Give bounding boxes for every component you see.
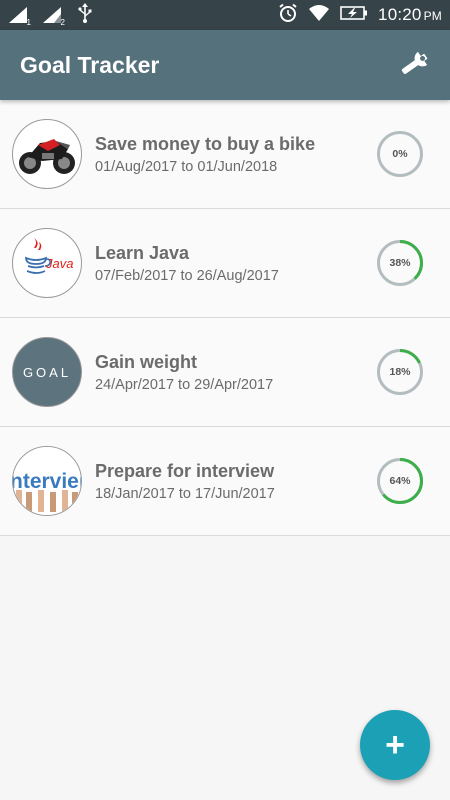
goal-item[interactable]: Save money to buy a bike 01/Aug/2017 to … (0, 100, 450, 209)
svg-text:Java: Java (45, 256, 73, 271)
goal-item[interactable]: Java Learn Java 07/Feb/2017 to 26/Aug/20… (0, 209, 450, 318)
progress-label: 38% (389, 257, 411, 269)
progress-ring: 64% (376, 457, 424, 505)
progress-label: 18% (389, 366, 411, 378)
goal-item[interactable]: GOAL Gain weight 24/Apr/2017 to 29/Apr/2… (0, 318, 450, 427)
sim1-label: 1 (26, 18, 31, 27)
clock-ampm: PM (423, 9, 442, 23)
goal-title: Save money to buy a bike (95, 133, 316, 154)
status-left: 1 2 (8, 2, 92, 28)
interview-image: nterviei (12, 447, 82, 515)
goal-item[interactable]: nterviei Prepare for interview 18/Jan/20… (0, 427, 450, 536)
goal-avatar: GOAL (12, 337, 82, 407)
progress-label: 0% (392, 148, 408, 160)
wifi-icon (308, 4, 330, 27)
goal-text: Gain weight 24/Apr/2017 to 29/Apr/2017 (95, 352, 273, 393)
goal-text: Save money to buy a bike 01/Aug/2017 to … (95, 134, 315, 175)
progress-ring: 38% (376, 239, 424, 287)
plus-icon: + (385, 725, 405, 764)
progress-ring: 18% (376, 348, 424, 396)
sim2-label: 2 (60, 18, 65, 27)
signal-icon: 2 (42, 6, 65, 27)
goal-dates: 01/Aug/2017 to 01/Jun/2018 (95, 158, 278, 175)
status-right: 10:20 PM (278, 0, 442, 30)
goal-text-image: GOAL (22, 364, 72, 380)
status-clock: 10:20 PM (378, 5, 442, 25)
goal-text: Learn Java 07/Feb/2017 to 26/Aug/2017 (95, 243, 279, 284)
goal-dates: 24/Apr/2017 to 29/Apr/2017 (95, 376, 274, 393)
goal-avatar: Java (12, 228, 82, 298)
signal-icon: 1 (8, 6, 31, 27)
app-title: Goal Tracker (20, 51, 160, 78)
alarm-icon (278, 3, 298, 28)
goal-list: Save money to buy a bike 01/Aug/2017 to … (0, 100, 450, 536)
motorcycle-icon (13, 120, 81, 188)
battery-icon (340, 5, 368, 26)
add-goal-button[interactable]: + (360, 710, 430, 780)
goal-title: Prepare for interview (95, 460, 275, 481)
goal-dates: 07/Feb/2017 to 26/Aug/2017 (95, 267, 279, 284)
interview-image-text: nterviei (12, 470, 82, 493)
settings-button[interactable] (396, 48, 436, 82)
status-bar: 1 2 10:20 PM (0, 0, 450, 30)
goal-text: Prepare for interview 18/Jan/2017 to 17/… (95, 461, 275, 502)
goal-title: Gain weight (95, 351, 198, 372)
app-bar: Goal Tracker (0, 30, 450, 100)
goal-dates: 18/Jan/2017 to 17/Jun/2017 (95, 485, 275, 502)
progress-label: 64% (389, 475, 411, 487)
clock-time: 10:20 (378, 5, 422, 24)
progress-ring: 0% (376, 130, 424, 178)
goal-title: Learn Java (95, 242, 190, 263)
usb-icon (78, 2, 92, 28)
java-logo-icon: Java (13, 229, 81, 297)
wrench-icon (397, 48, 435, 83)
goal-avatar: nterviei (12, 446, 82, 516)
goal-avatar (12, 119, 82, 189)
